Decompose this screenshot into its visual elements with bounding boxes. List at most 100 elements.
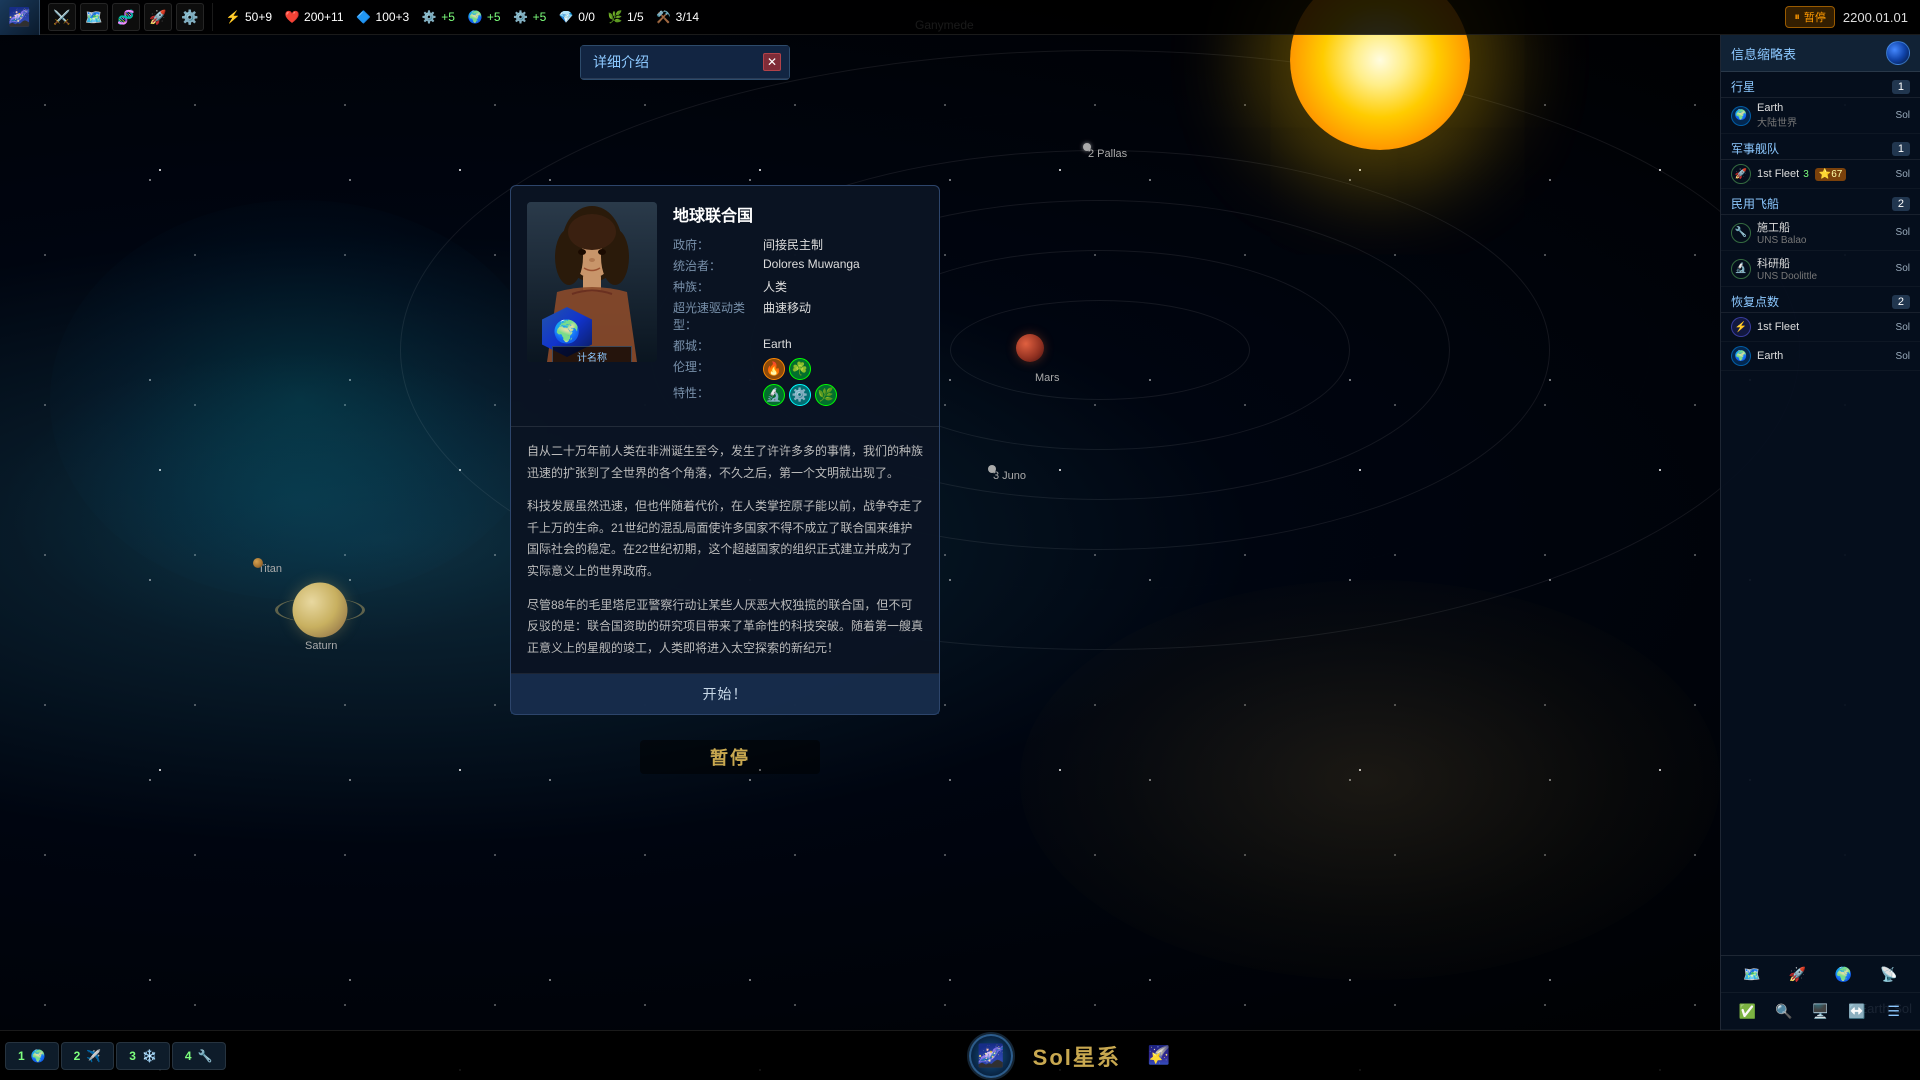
rare-icon: 💎 xyxy=(558,9,574,25)
bottom-tab-4[interactable]: 4 🔧 xyxy=(172,1042,226,1070)
detail-dialog-close[interactable]: ✕ xyxy=(763,53,781,71)
bottom-right-row-1: 🗺️ 🚀 🌍 📡 xyxy=(1721,956,1920,993)
section-recovery-count: 2 xyxy=(1892,295,1910,309)
action-icon-settings[interactable]: ⚙️ xyxy=(176,3,204,31)
tech-icon: ⚙️ xyxy=(421,9,437,25)
fleet-count: 3 xyxy=(1803,169,1809,180)
br-icon-search[interactable]: 🔍 xyxy=(1770,997,1798,1025)
recovery-earth-icon: 🌍 xyxy=(1731,346,1751,366)
fleet-icon: 🚀 xyxy=(1731,164,1751,184)
bottom-tab-2[interactable]: 2 ✈️ xyxy=(61,1042,115,1070)
faction-info: 地球联合国 政府： 间接民主制 统治者： Dolores Muwanga 种族：… xyxy=(673,202,923,410)
br-icon-fleet[interactable]: 🚀 xyxy=(1784,960,1812,988)
topbar: 🌌 ⚔️ 🗺️ 🧬 🚀 ⚙️ ⚡ 50+9 ❤️ 200+11 🔷 100+3 … xyxy=(0,0,1920,35)
doolittle-name: UNS Doolittle xyxy=(1757,271,1890,282)
panel-item-1stfleet[interactable]: 🚀 1st Fleet 3 ⭐67 Sol xyxy=(1721,160,1920,189)
name-badge: 计名称 xyxy=(552,346,632,362)
ftl-row: 超光速驱动类型： 曲速移动 xyxy=(673,299,923,333)
earth-info: Earth 大陆世界 xyxy=(1757,102,1890,129)
tab-1-icon: 🌍 xyxy=(31,1049,46,1063)
bottom-tab-1[interactable]: 1 🌍 xyxy=(5,1042,59,1070)
bottom-bar: 1 🌍 2 ✈️ 3 ❄️ 4 🔧 🌌 Sol星系 🌠 xyxy=(0,1030,1920,1080)
pause-button[interactable]: ⏸ 暂停 xyxy=(1785,6,1835,28)
balao-info: 施工船 UNS Balao xyxy=(1757,219,1890,246)
alloy-value: 3/14 xyxy=(676,10,699,24)
pause-overlay: 暂停 xyxy=(640,740,820,774)
trait-icon-1: 🔬 xyxy=(763,384,785,406)
faction-portrait: 🌍 计名称 xyxy=(527,202,657,362)
traits-icons: 🔬 ⚙️ 🌿 xyxy=(763,384,837,406)
panel-item-earth[interactable]: 🌍 Earth 大陆世界 Sol xyxy=(1721,98,1920,134)
start-button[interactable]: 开始！ xyxy=(511,674,939,714)
ruler-label: 统治者： xyxy=(673,257,763,274)
ethics-icon-materialist: ☘️ xyxy=(789,358,811,380)
sol-nav-icon[interactable]: 🌠 xyxy=(1141,1038,1177,1074)
br-icon-planet[interactable]: 🌍 xyxy=(1829,960,1857,988)
right-panel-title: 信息缩略表 xyxy=(1731,44,1796,63)
section-planets-label: 行星 xyxy=(1731,78,1755,95)
mars-planet[interactable] xyxy=(1016,334,1044,362)
panel-item-recovery-earth[interactable]: 🌍 Earth Sol xyxy=(1721,342,1920,371)
action-icon-ship[interactable]: 🚀 xyxy=(144,3,172,31)
sol-system-icon[interactable]: 🌌 xyxy=(969,1034,1013,1078)
minerals-value: 200+11 xyxy=(304,10,344,24)
detail-dialog: 详细介绍 ✕ xyxy=(580,45,790,80)
species-value: 人类 xyxy=(763,278,787,295)
section-civilian-label: 民用飞船 xyxy=(1731,195,1779,212)
sol-icon-glyph: 🌌 xyxy=(977,1043,1004,1069)
tab-4-num: 4 xyxy=(185,1049,192,1063)
pallas-dot xyxy=(1083,143,1091,151)
resource-alloy: ⚒️ 3/14 xyxy=(656,9,699,25)
br-icon-minimap[interactable]: 🗺️ xyxy=(1738,960,1766,988)
date-display: 2200.01.01 xyxy=(1843,10,1908,25)
bottom-tab-3[interactable]: 3 ❄️ xyxy=(116,1042,170,1070)
juno-dot xyxy=(988,465,996,473)
panel-item-doolittle[interactable]: 🔬 科研船 UNS Doolittle Sol xyxy=(1721,251,1920,287)
resource-energy: ⚡ 50+9 xyxy=(225,9,272,25)
resource-exotic: 🌿 1/5 xyxy=(607,9,644,25)
earth-sub: 大陆世界 xyxy=(1757,114,1890,129)
action-icon-combat[interactable]: ⚔️ xyxy=(48,3,76,31)
species-row: 种族： 人类 xyxy=(673,278,923,295)
recovery-fleet-loc: Sol xyxy=(1896,322,1910,333)
bottom-center: 🌌 Sol星系 🌠 xyxy=(226,1034,1920,1078)
faction-lore: 自从二十万年前人类在非洲诞生至今，发生了许许多多的事情，我们的种族迅速的扩张到了… xyxy=(511,427,939,674)
sol-system-title: Sol星系 xyxy=(1033,1040,1121,1072)
exotic-value: 1/5 xyxy=(627,10,644,24)
action-icon-map[interactable]: 🗺️ xyxy=(80,3,108,31)
br-icon-comms[interactable]: 📡 xyxy=(1875,960,1903,988)
traits-row: 特性： 🔬 ⚙️ 🌿 xyxy=(673,384,923,406)
government-row: 政府： 间接民主制 xyxy=(673,236,923,253)
species-label: 种族： xyxy=(673,278,763,295)
section-planets-count: 1 xyxy=(1892,80,1910,94)
tab-3-icon: ❄️ xyxy=(142,1049,157,1063)
solar-system: Ganymede 2 Pallas Mars 3 Juno Saturn Tit… xyxy=(0,0,1920,1080)
br-icon-arrows[interactable]: ↔️ xyxy=(1843,997,1871,1025)
juno-label: 3 Juno xyxy=(993,470,1026,482)
balao-loc: Sol xyxy=(1896,227,1910,238)
doolittle-info: 科研船 UNS Doolittle xyxy=(1757,255,1890,282)
influence-value: +5 xyxy=(533,10,547,24)
recovery-fleet-info: 1st Fleet xyxy=(1757,321,1890,333)
right-panel-globe-icon[interactable] xyxy=(1886,41,1910,65)
br-icon-menu[interactable]: ☰ xyxy=(1880,997,1908,1025)
section-recovery-label: 恢复点数 xyxy=(1731,293,1779,310)
ruler-value: Dolores Muwanga xyxy=(763,257,860,274)
logo-button[interactable]: 🌌 xyxy=(0,0,40,35)
recovery-fleet-icon: ⚡ xyxy=(1731,317,1751,337)
fleet-badge: ⭐67 xyxy=(1815,168,1847,181)
section-planets: 行星 1 xyxy=(1721,74,1920,98)
panel-item-recovery-fleet[interactable]: ⚡ 1st Fleet Sol xyxy=(1721,313,1920,342)
rare-value: 0/0 xyxy=(578,10,595,24)
minerals-icon: ❤️ xyxy=(284,9,300,25)
action-icons: ⚔️ 🗺️ 🧬 🚀 ⚙️ xyxy=(40,3,213,31)
action-icon-bio[interactable]: 🧬 xyxy=(112,3,140,31)
resource-tech: ⚙️ +5 xyxy=(421,9,455,25)
influence-icon: ⚙️ xyxy=(513,9,529,25)
br-icon-check[interactable]: ✅ xyxy=(1733,997,1761,1025)
fleet-info: 1st Fleet 3 ⭐67 xyxy=(1757,168,1890,181)
panel-item-balao[interactable]: 🔧 施工船 UNS Balao Sol xyxy=(1721,215,1920,251)
energy-icon: ⚡ xyxy=(225,9,241,25)
earth-loc: Sol xyxy=(1896,110,1910,121)
br-icon-screen[interactable]: 🖥️ xyxy=(1806,997,1834,1025)
